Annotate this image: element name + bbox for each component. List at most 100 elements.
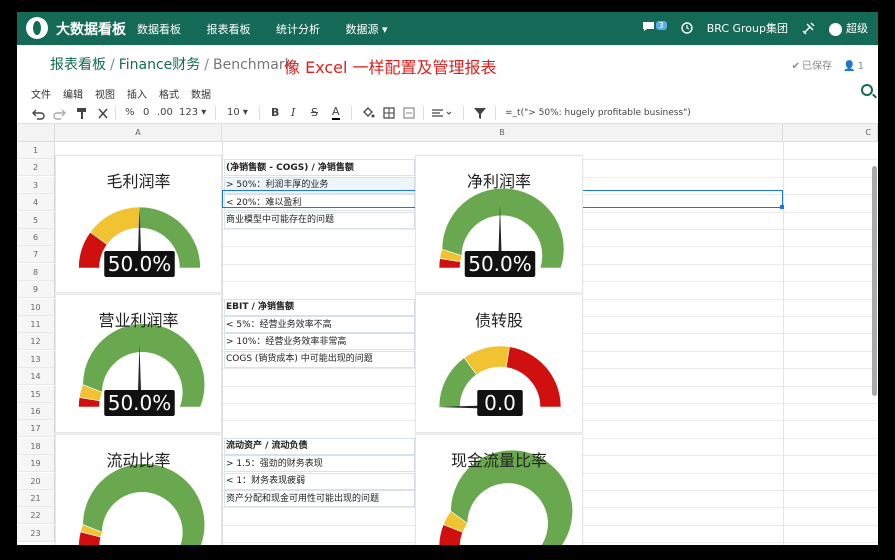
gauge-card[interactable]: 0.0 债转股 <box>415 294 583 433</box>
collaborator-count: 1 <box>857 61 864 72</box>
nav-item-dashboards[interactable]: 数据看板 <box>137 23 181 36</box>
borders-icon[interactable] <box>383 105 395 121</box>
fill-color-icon[interactable] <box>361 105 375 121</box>
nav-item-analytics[interactable]: 统计分析 <box>276 23 320 36</box>
row-header[interactable]: 7 <box>17 246 55 264</box>
note-text: < 1：财务表现疲弱 <box>226 476 306 487</box>
gauge-card[interactable]: 50.0% 净利润率 <box>415 155 583 293</box>
row-header[interactable]: 6 <box>17 229 55 246</box>
vertical-scrollbar[interactable] <box>872 142 878 442</box>
menu-insert[interactable]: 插入 <box>127 86 147 101</box>
collaborators-icon[interactable]: 👤 <box>843 61 855 72</box>
decrease-decimal-button[interactable]: 0 <box>143 105 149 121</box>
row-header[interactable]: 5 <box>17 211 55 229</box>
italic-button[interactable]: I <box>291 105 295 121</box>
row-header[interactable]: 14 <box>17 368 55 386</box>
gauge-title: 现金流量比率 <box>450 451 547 470</box>
user-name: 超级 <box>846 22 868 35</box>
row-header[interactable]: 9 <box>17 281 55 299</box>
clock-icon[interactable] <box>680 22 693 34</box>
row-header[interactable]: 18 <box>17 437 55 455</box>
row-header[interactable]: 8 <box>17 263 55 281</box>
filter-icon[interactable] <box>473 105 487 121</box>
search-icon[interactable] <box>861 84 873 96</box>
formula-bar[interactable]: =_t("> 50%: hugely profitable business") <box>505 105 691 121</box>
increase-decimal-button[interactable]: .00 <box>157 105 173 121</box>
gauge-card[interactable]: 50.0% 营业利润率 <box>55 294 222 433</box>
breadcrumb-reports[interactable]: 报表看板 <box>50 57 106 73</box>
row-header[interactable]: 4 <box>17 194 55 212</box>
note-text: > 1.5：强劲的财务表现 <box>226 458 323 469</box>
align-left-icon[interactable] <box>431 105 453 121</box>
row-header[interactable]: 19 <box>17 455 55 473</box>
gauge-title: 净利润率 <box>466 172 531 191</box>
redo-icon[interactable] <box>53 105 67 121</box>
number-format-select[interactable]: 123 ▾ <box>179 105 206 121</box>
breadcrumb-current: Benchmark <box>213 57 293 73</box>
row-header[interactable]: 16 <box>17 403 55 420</box>
row-header[interactable]: 1 <box>17 142 55 159</box>
bold-button[interactable]: B <box>271 105 279 121</box>
app-window: 大数据看板 数据看板 报表看板 统计分析 数据源 ▾ 3 BRC Group集团… <box>17 12 878 545</box>
row-header[interactable]: 10 <box>17 298 55 316</box>
clear-format-icon[interactable] <box>97 105 109 121</box>
row-header[interactable]: 23 <box>17 524 55 542</box>
column-header-c[interactable]: C <box>783 124 878 142</box>
chat-icon <box>642 22 654 31</box>
menu-bar: 文件 编辑 视图 插入 格式 数据 <box>17 82 878 102</box>
merge-cells-icon[interactable] <box>403 105 415 121</box>
row-header[interactable]: 11 <box>17 316 55 333</box>
user-menu[interactable]: 超级 <box>829 20 868 36</box>
chat-button[interactable]: 3 <box>642 21 667 35</box>
nav-right: 3 BRC Group集团 超级 <box>642 20 868 36</box>
undo-icon[interactable] <box>31 105 45 121</box>
note-text: COGS (销货成本) 中可能出现的问题 <box>226 354 373 365</box>
save-status: ✔ 已保存 👤 1 <box>784 57 864 72</box>
row-header[interactable]: 13 <box>17 350 55 368</box>
menu-file[interactable]: 文件 <box>31 86 51 101</box>
saved-label: 已保存 <box>801 61 832 72</box>
row-header[interactable]: 21 <box>17 490 55 507</box>
gauge-card[interactable]: 50.0% 毛利润率 <box>55 155 222 293</box>
nav-item-datasource[interactable]: 数据源 ▾ <box>346 23 388 36</box>
toolbar-separator <box>115 106 116 120</box>
tools-icon[interactable] <box>802 21 815 35</box>
corner-header[interactable] <box>17 124 55 142</box>
toolbar-separator <box>259 106 260 120</box>
strikethrough-button[interactable]: S <box>311 105 318 121</box>
format-percent-button[interactable]: % <box>125 105 135 121</box>
menu-edit[interactable]: 编辑 <box>63 86 83 101</box>
row-header[interactable]: 2 <box>17 159 55 177</box>
fill-handle[interactable] <box>780 205 784 209</box>
menu-format[interactable]: 格式 <box>159 86 179 101</box>
text-color-button[interactable]: A <box>332 105 340 120</box>
paint-format-icon[interactable] <box>76 105 88 121</box>
note-text: 流动资产 / 流动负债 <box>226 441 308 452</box>
menu-view[interactable]: 视图 <box>95 86 115 101</box>
gauge-card[interactable]: 现金流量比率 <box>415 434 583 545</box>
note-text: 商业模型中可能存在的问题 <box>226 215 335 226</box>
note-text: EBIT / 净销售额 <box>226 302 295 313</box>
nav-item-reports[interactable]: 报表看板 <box>207 23 251 36</box>
spreadsheet-grid[interactable]: A B C 1 2 3 4 5 6 7 8 9 10 11 12 13 14 15 16 17 18 19 20 21 2… <box>17 124 878 545</box>
toolbar-separator <box>495 106 496 120</box>
brand-logo-icon[interactable] <box>26 17 48 39</box>
row-header[interactable]: 17 <box>17 420 55 438</box>
column-header-a[interactable]: A <box>55 124 222 142</box>
row-header[interactable]: 20 <box>17 472 55 490</box>
breadcrumb-finance[interactable]: Finance财务 <box>119 57 201 73</box>
breadcrumb-bar: 报表看板 / Finance财务 / Benchmark 像 Excel 一样配置及管理… <box>17 45 878 82</box>
row-header[interactable]: 3 <box>17 176 55 194</box>
scrollbar-thumb[interactable] <box>872 166 877 396</box>
gauge-card[interactable]: 流动比率 <box>55 434 222 545</box>
menu-data[interactable]: 数据 <box>191 86 211 101</box>
row-header[interactable]: 12 <box>17 333 55 351</box>
note-text: 资产分配和现金可用性可能出现的问题 <box>226 493 380 504</box>
gauge-title: 流动比率 <box>106 451 171 470</box>
font-size-select[interactable]: 10 ▾ <box>227 105 248 121</box>
brand-name[interactable]: 大数据看板 <box>56 19 126 39</box>
row-header[interactable]: 15 <box>17 385 55 403</box>
column-header-b[interactable]: B <box>222 124 783 142</box>
company-switcher[interactable]: BRC Group集团 <box>707 20 788 36</box>
row-header[interactable]: 22 <box>17 507 55 525</box>
